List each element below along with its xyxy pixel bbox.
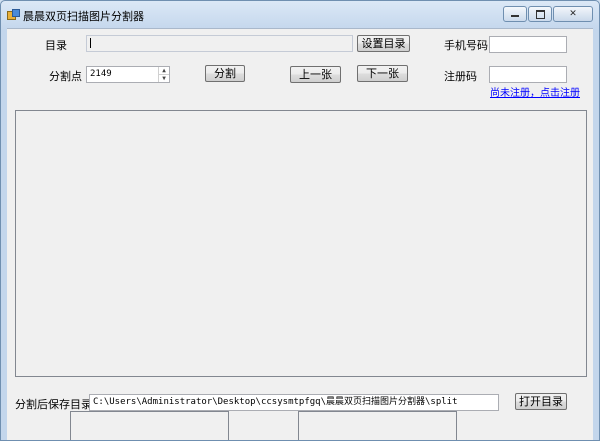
minimize-icon [511, 15, 519, 17]
split-point-spinner[interactable]: 2149 ▲ ▼ [86, 66, 170, 83]
maximize-icon [536, 10, 545, 19]
app-window: 晨晨双页扫描图片分割器 ✕ 目录 设置目录 手机号码 分割点 2149 ▲ ▼ … [0, 0, 600, 441]
register-code-label: 注册码 [444, 70, 477, 83]
set-directory-button[interactable]: 设置目录 [357, 35, 410, 52]
open-directory-button[interactable]: 打开目录 [515, 393, 567, 410]
output-directory-value: C:\Users\Administrator\Desktop\ccsysmtpf… [93, 397, 458, 407]
spin-down-icon[interactable]: ▼ [159, 75, 169, 82]
next-button[interactable]: 下一张 [357, 65, 408, 82]
app-icon [7, 9, 20, 20]
phone-label: 手机号码 [444, 39, 488, 52]
split-button[interactable]: 分割 [205, 65, 245, 82]
register-code-input[interactable] [489, 66, 567, 83]
output-directory-input[interactable]: C:\Users\Administrator\Desktop\ccsysmtpf… [89, 394, 499, 411]
maximize-button[interactable] [528, 6, 552, 22]
client-area: 目录 设置目录 手机号码 分割点 2149 ▲ ▼ 分割 上一张 下一张 注册码… [7, 28, 593, 440]
image-preview-panel[interactable] [15, 110, 587, 377]
split-point-label: 分割点 [49, 70, 82, 83]
split-point-value: 2149 [90, 69, 112, 79]
window-title: 晨晨双页扫描图片分割器 [23, 10, 144, 23]
output-directory-label: 分割后保存目录: [15, 398, 96, 411]
close-icon: ✕ [569, 9, 577, 19]
previous-button[interactable]: 上一张 [290, 66, 341, 83]
directory-label: 目录 [45, 39, 67, 52]
title-bar[interactable]: 晨晨双页扫描图片分割器 ✕ [1, 1, 599, 27]
text-caret [90, 37, 91, 48]
caption-buttons: ✕ [503, 6, 593, 22]
phone-input[interactable] [489, 36, 567, 53]
minimize-button[interactable] [503, 6, 527, 22]
right-thumbnail-panel [298, 411, 457, 440]
left-thumbnail-panel [70, 411, 229, 440]
directory-input[interactable] [86, 35, 353, 52]
register-link[interactable]: 尚未注册，点击注册 [490, 84, 580, 99]
close-button[interactable]: ✕ [553, 6, 593, 22]
spin-up-icon[interactable]: ▲ [159, 67, 169, 75]
spinner-arrows: ▲ ▼ [158, 67, 169, 82]
